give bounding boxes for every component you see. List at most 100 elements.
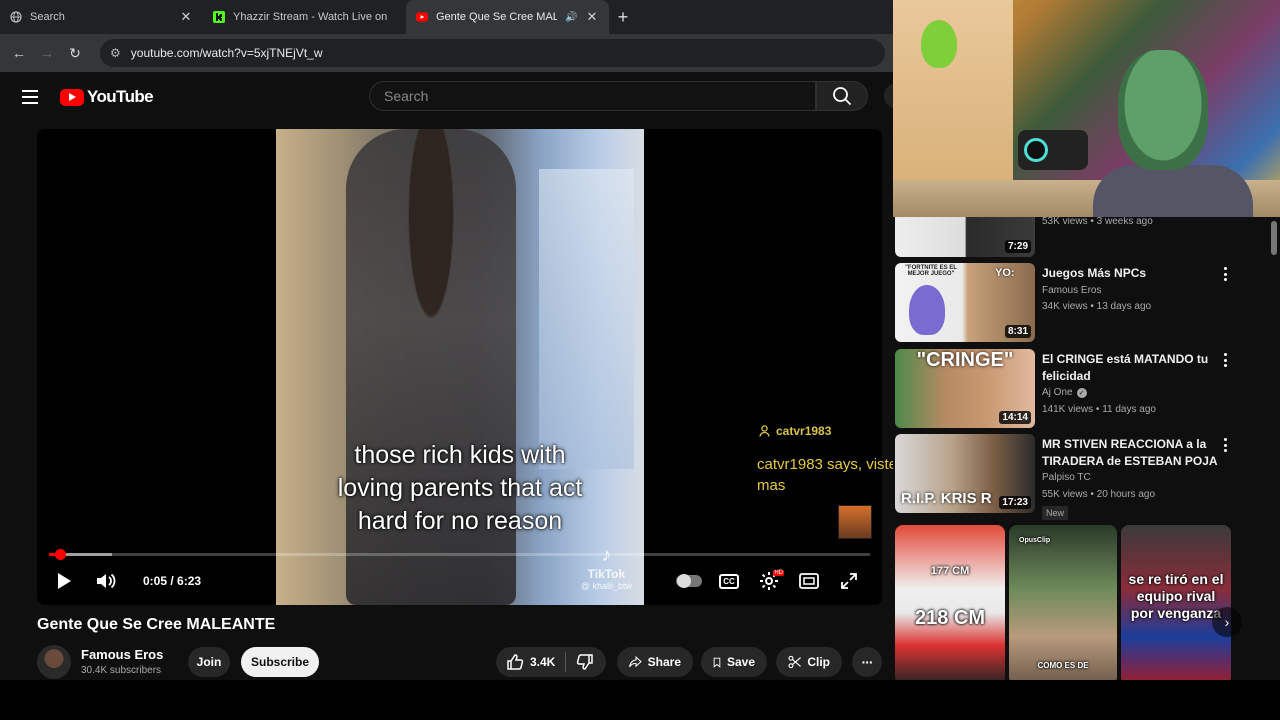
video-title[interactable]: MR STIVEN REACCIONA a la TIRADERA de EST…	[1042, 436, 1222, 470]
list-item[interactable]: "FORTNITE ES EL MEJOR JUEGO" YO: 8:31 Ju…	[895, 263, 1275, 343]
short-thumbnail[interactable]: OpusClip COMO ES DE	[1009, 525, 1117, 685]
sidebar-scrollbar[interactable]	[1271, 217, 1277, 680]
list-item[interactable]: "CRINGE" 14:14 El CRINGE está MATANDO tu…	[895, 349, 1275, 429]
site-info-icon[interactable]: ⚙	[110, 46, 121, 60]
new-tab-button[interactable]: +	[609, 0, 637, 34]
youtube-logo[interactable]: YouTube	[60, 87, 154, 107]
forward-arrow-icon[interactable]: →	[36, 42, 58, 64]
watermark-brand: TikTok	[587, 567, 626, 581]
scrollbar-thumb[interactable]	[1271, 221, 1277, 255]
user-icon	[759, 425, 770, 437]
play-button[interactable]	[53, 569, 75, 593]
video-frame: those rich kids with loving parents that…	[276, 129, 644, 605]
channel-avatar[interactable]	[37, 645, 71, 679]
dislike-button[interactable]	[566, 647, 604, 677]
video-player[interactable]: those rich kids with loving parents that…	[37, 129, 882, 605]
video-title: Gente Que Se Cree MALEANTE	[37, 616, 276, 633]
search-input[interactable]: Search	[369, 81, 816, 111]
webcam-device	[1018, 130, 1088, 170]
channel-name: Famous Eros	[1042, 285, 1102, 296]
list-item[interactable]: R.I.P. KRIS R 17:23 MR STIVEN REACCIONA …	[895, 434, 1275, 520]
address-bar[interactable]: ⚙ youtube.com/watch?v=5xjTNEjVt_w	[100, 39, 885, 67]
video-thumbnail[interactable]: R.I.P. KRIS R 17:23	[895, 434, 1035, 513]
reload-icon[interactable]: ↻	[64, 42, 86, 64]
video-duration: 17:23	[999, 496, 1031, 509]
tab-kick-stream[interactable]: Yhazzir Stream - Watch Live on	[203, 0, 406, 34]
scissors-icon	[788, 655, 801, 669]
caption-line: loving parents that act	[337, 474, 583, 502]
channel-name: Palpiso TC	[1042, 472, 1091, 483]
progress-bar[interactable]	[49, 549, 870, 560]
short-text: 218 CM	[914, 607, 986, 629]
search-icon	[833, 87, 852, 106]
thumb-text: "FORTNITE ES EL MEJOR JUEGO"	[905, 265, 957, 277]
video-title[interactable]: Juegos Más NPCs	[1042, 265, 1222, 282]
video-channel[interactable]: Palpiso TC	[1042, 472, 1091, 483]
video-channel[interactable]: Aj One ✓	[1042, 387, 1087, 398]
video-caption: those rich kids with loving parents that…	[276, 439, 644, 538]
menu-icon[interactable]	[22, 90, 38, 104]
thumb-character	[909, 285, 945, 335]
short-text: 177 CM	[930, 565, 970, 577]
short-thumbnail[interactable]: se re tiró en el equipo rival por vengan…	[1121, 525, 1231, 685]
captions-button[interactable]: CC	[718, 569, 740, 593]
alien-figure	[921, 20, 957, 68]
url-text: youtube.com/watch?v=5xjTNEjVt_w	[130, 46, 323, 60]
back-arrow-icon[interactable]: ←	[8, 42, 30, 64]
tab-title: Search	[30, 11, 65, 23]
channel-name[interactable]: Famous Eros	[81, 647, 163, 662]
streamer-face	[1118, 50, 1208, 170]
short-text: COMO ES DE	[1037, 661, 1089, 670]
youtube-favicon-icon	[416, 11, 428, 23]
save-button[interactable]: Save	[701, 647, 767, 677]
speaker-icon[interactable]: 🔊	[565, 12, 577, 23]
caption-line: those rich kids with	[354, 441, 566, 469]
subscribe-button[interactable]: Subscribe	[241, 647, 319, 677]
channel-name: Aj One	[1042, 387, 1073, 398]
clip-button[interactable]: Clip	[776, 647, 842, 677]
like-button[interactable]: 3.4K	[496, 647, 565, 677]
like-count: 3.4K	[530, 655, 556, 669]
more-options-icon[interactable]	[1220, 265, 1230, 283]
scrubber-handle[interactable]	[55, 549, 66, 560]
volume-button[interactable]	[95, 569, 119, 593]
youtube-play-icon	[60, 88, 84, 106]
more-options-icon[interactable]	[1220, 351, 1230, 369]
list-item[interactable]: 7:29 53K views • 3 weeks ago	[895, 217, 1275, 257]
thumbs-down-icon	[577, 654, 594, 670]
video-meta: 55K views • 20 hours ago	[1042, 489, 1156, 500]
search-button[interactable]	[816, 81, 868, 111]
settings-button[interactable]: HD	[758, 569, 784, 593]
tab-search[interactable]: Search ✕	[0, 0, 203, 34]
video-title[interactable]: El CRINGE está MATANDO tu felicidad	[1042, 351, 1222, 385]
close-icon[interactable]: ✕	[585, 9, 599, 25]
more-options-icon[interactable]	[1220, 436, 1230, 454]
video-meta: 141K views • 11 days ago	[1042, 404, 1156, 415]
chevron-right-icon[interactable]: ›	[1212, 607, 1242, 637]
more-actions-button[interactable]: ···	[852, 647, 882, 677]
streamer-body	[1093, 165, 1253, 217]
short-thumbnail[interactable]: 177 CM 218 CM	[895, 525, 1005, 685]
autoplay-toggle[interactable]	[675, 569, 703, 593]
play-icon	[58, 573, 71, 589]
verified-check-icon: ✓	[1076, 387, 1087, 398]
volume-icon	[97, 573, 116, 589]
tab-youtube-video[interactable]: Gente Que Se Cree MALEANT 🔊 ✕	[406, 0, 609, 34]
short-text: OpusClip	[1019, 537, 1051, 544]
bottom-bar	[0, 680, 1280, 720]
chat-avatar	[838, 505, 872, 539]
video-thumbnail[interactable]: "FORTNITE ES EL MEJOR JUEGO" YO: 8:31	[895, 263, 1035, 342]
video-thumbnail[interactable]: 7:29	[895, 217, 1035, 257]
hd-badge: HD	[773, 570, 784, 576]
theater-mode-button[interactable]	[798, 569, 820, 593]
video-meta: 34K views • 13 days ago	[1042, 301, 1152, 312]
join-button[interactable]: Join	[188, 647, 230, 677]
video-duration: 14:14	[999, 411, 1031, 424]
video-channel[interactable]: Famous Eros	[1042, 285, 1101, 296]
close-icon[interactable]: ✕	[179, 9, 193, 25]
video-thumbnail[interactable]: "CRINGE" 14:14	[895, 349, 1035, 428]
bookmark-icon	[713, 657, 721, 668]
caption-line: hard for no reason	[357, 507, 563, 535]
share-button[interactable]: Share	[617, 647, 693, 677]
fullscreen-button[interactable]	[838, 569, 860, 593]
